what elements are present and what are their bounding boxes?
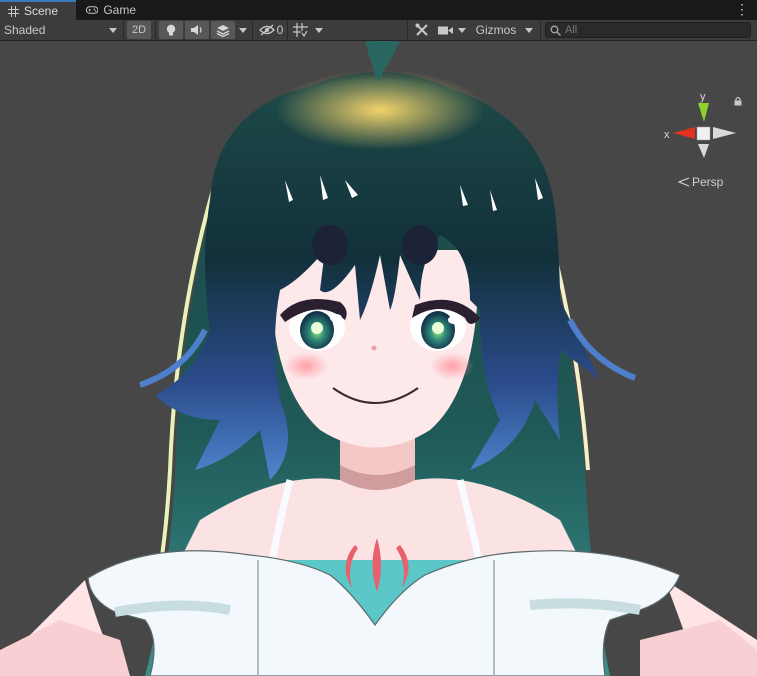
chevron-down-icon (239, 27, 247, 33)
grid-icon (8, 5, 19, 17)
axis-x-label: x (664, 129, 670, 141)
y-axis-cone (698, 103, 709, 122)
grid-snap-icon (292, 23, 308, 37)
lightbulb-icon (166, 24, 176, 35)
grid-dropdown[interactable] (312, 21, 326, 39)
projection-label: Persp (692, 175, 724, 189)
scene-toolbar: Shaded 2D 0 Gizmos All (0, 20, 757, 41)
search-icon (550, 25, 561, 36)
tab-game-label: Game (103, 3, 136, 17)
character-model (0, 41, 757, 676)
layers-icon (216, 24, 230, 37)
2d-toggle-button[interactable]: 2D (127, 21, 151, 39)
eye-hidden-icon (258, 24, 275, 36)
hidden-count: 0 (276, 23, 284, 37)
lock-icon[interactable] (733, 96, 743, 106)
camera-icon (437, 26, 453, 34)
tab-scene-label: Scene (24, 4, 59, 18)
chevron-down-icon (109, 27, 117, 33)
scene-visibility-toggle[interactable]: 0 (256, 21, 286, 39)
chevron-down-icon (458, 27, 466, 33)
grid-toggle-button[interactable] (290, 21, 310, 39)
search-placeholder: All (565, 24, 578, 36)
scene-viewport[interactable]: y x Persp (0, 41, 757, 676)
tab-scene[interactable]: Scene (0, 0, 76, 20)
effects-dropdown[interactable] (236, 21, 250, 39)
axis-y-label: y (700, 91, 706, 103)
more-menu-icon[interactable]: ⋮ (735, 2, 749, 16)
audio-toggle-button[interactable] (185, 21, 209, 39)
projection-toggle[interactable]: Persp (678, 175, 723, 189)
tab-bar: Scene Game ⋮ (0, 0, 757, 20)
gamepad-icon (86, 6, 99, 14)
tab-game[interactable]: Game (78, 0, 144, 20)
x-axis-cone (673, 127, 695, 139)
camera-button[interactable] (436, 21, 454, 39)
gizmos-button[interactable]: Gizmos (472, 21, 520, 39)
perspective-icon (678, 177, 690, 187)
chevron-down-icon (315, 27, 323, 33)
chevron-down-icon (525, 27, 533, 33)
tools-button[interactable] (411, 21, 433, 39)
tools-icon (415, 23, 428, 36)
speaker-icon (191, 25, 202, 35)
gizmos-dropdown[interactable] (522, 21, 536, 39)
camera-dropdown[interactable] (455, 21, 469, 39)
effects-toggle-button[interactable] (211, 21, 235, 39)
lighting-toggle-button[interactable] (159, 21, 183, 39)
draw-mode-dropdown[interactable]: Shaded (4, 21, 120, 39)
search-field[interactable]: All (545, 22, 751, 38)
draw-mode-label: Shaded (4, 23, 46, 37)
